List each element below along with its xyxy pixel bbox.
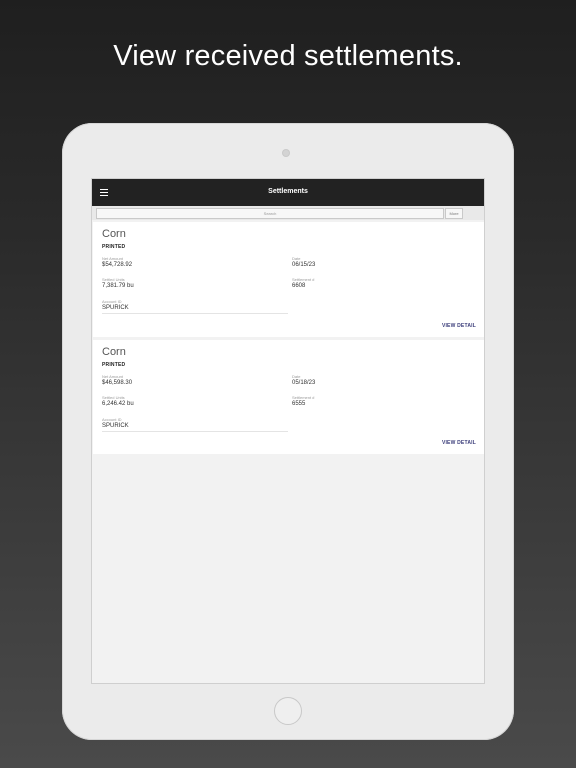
net-amount-label: Net Amount xyxy=(102,256,123,261)
settled-units-value: 6,246.42 bu xyxy=(102,401,134,407)
settlement-card[interactable]: Corn PRINTED Net Amount $54,728.92 Date … xyxy=(93,222,484,337)
settled-units-label: Settled Units xyxy=(102,277,125,282)
net-amount-label: Net Amount xyxy=(102,374,123,379)
account-id-value: SPURICK xyxy=(102,423,129,429)
status-badge: PRINTED xyxy=(102,244,126,250)
date-value: 05/18/23 xyxy=(292,380,316,386)
settlement-number-label: Settlement # xyxy=(292,277,315,282)
commodity-title: Corn xyxy=(102,228,126,240)
more-button[interactable]: More xyxy=(445,208,463,219)
commodity-title: Corn xyxy=(102,346,126,358)
camera-icon xyxy=(283,150,289,156)
app-bar: Settlements xyxy=(92,179,484,206)
view-detail-button[interactable]: VIEW DETAIL xyxy=(442,440,476,446)
settlement-card[interactable]: Corn PRINTED Net Amount $46,598.30 Date … xyxy=(93,340,484,454)
filter-bar: Search More xyxy=(92,206,484,220)
app-screen: Settlements Search More Corn PRINTED Net… xyxy=(91,178,485,684)
promo-headline: View received settlements. xyxy=(113,40,463,72)
net-amount-value: $46,598.30 xyxy=(102,380,133,386)
net-amount-value: $54,728.92 xyxy=(102,262,133,268)
account-id-value: SPURICK xyxy=(102,305,129,311)
home-button[interactable] xyxy=(274,697,302,725)
status-badge: PRINTED xyxy=(102,362,126,368)
divider xyxy=(102,431,288,432)
view-detail-button[interactable]: VIEW DETAIL xyxy=(442,323,476,329)
account-id-label: Account ID xyxy=(102,417,122,422)
settlement-number-value: 6555 xyxy=(292,401,306,407)
settlement-number-value: 6608 xyxy=(292,283,306,289)
date-value: 06/15/23 xyxy=(292,262,316,268)
settled-units-label: Settled Units xyxy=(102,395,125,400)
search-input[interactable]: Search xyxy=(96,208,444,219)
date-label: Date xyxy=(292,374,301,379)
divider xyxy=(102,313,288,314)
page-title: Settlements xyxy=(268,188,308,195)
settled-units-value: 7,381.79 bu xyxy=(102,283,134,289)
settlement-number-label: Settlement # xyxy=(292,395,315,400)
date-label: Date xyxy=(292,256,301,261)
account-id-label: Account ID xyxy=(102,299,122,304)
